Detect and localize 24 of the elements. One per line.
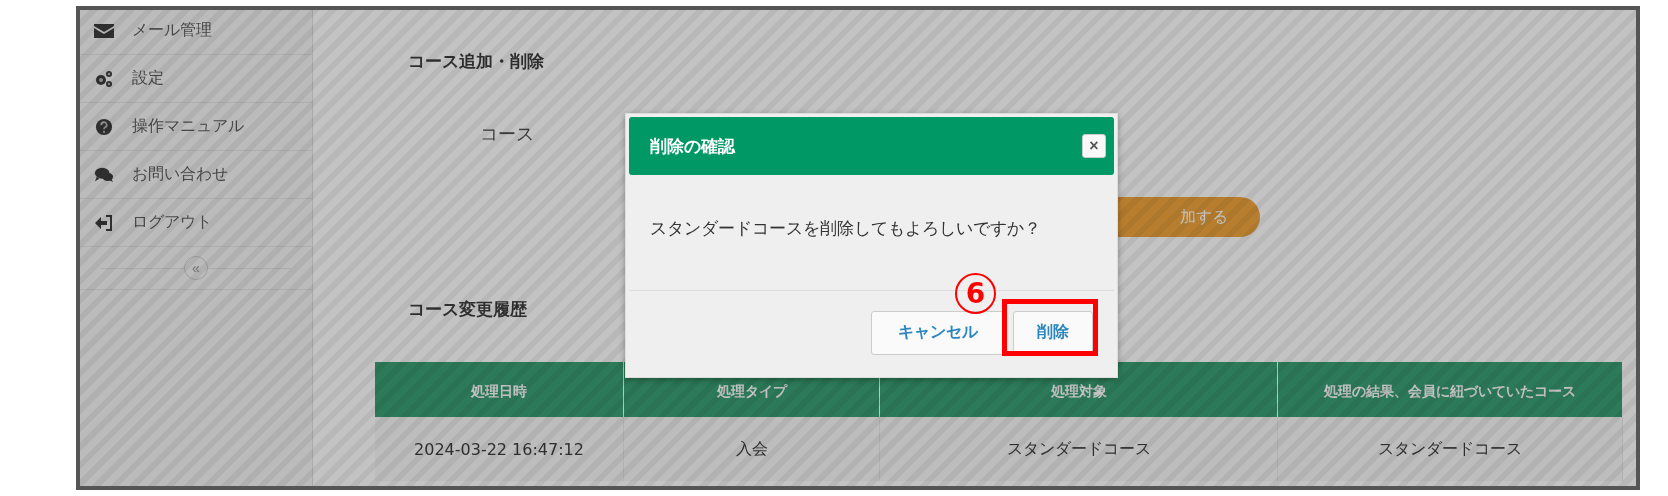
section-title: コース追加・削除 — [408, 50, 544, 73]
dialog-title: 削除の確認 — [650, 134, 735, 158]
dialog-message: スタンダードコースを削除してもよろしいですか？ — [650, 217, 1041, 240]
envelope-icon — [94, 21, 114, 40]
table-cell: スタンダードコース — [1277, 417, 1623, 481]
sidebar-item[interactable]: メール管理 — [80, 10, 312, 55]
sidebar-item[interactable]: お問い合わせ — [80, 151, 312, 199]
section-title: コース変更履歴 — [408, 298, 527, 321]
table-cell: スタンダードコース — [879, 417, 1278, 481]
column-header: 処理の結果、会員に紐づいていたコース — [1277, 362, 1623, 417]
step-number-badge: 6 — [955, 273, 996, 314]
sidebar-item[interactable]: 設定 — [80, 55, 312, 103]
collapse-sidebar-button[interactable]: « — [184, 256, 208, 280]
course-label: コース — [480, 122, 534, 146]
chat-icon — [94, 165, 114, 184]
cancel-button[interactable]: キャンセル — [871, 310, 1004, 355]
table-cell: 入会 — [623, 417, 880, 481]
help-icon — [94, 117, 114, 136]
column-header: 処理日時 — [375, 362, 624, 417]
sidebar-item[interactable]: 操作マニュアル — [80, 103, 312, 151]
close-button[interactable]: × — [1082, 134, 1106, 158]
logout-icon — [94, 213, 114, 232]
gears-icon — [94, 69, 114, 88]
table-cell: 2024-03-22 16:47:12 — [375, 417, 624, 481]
